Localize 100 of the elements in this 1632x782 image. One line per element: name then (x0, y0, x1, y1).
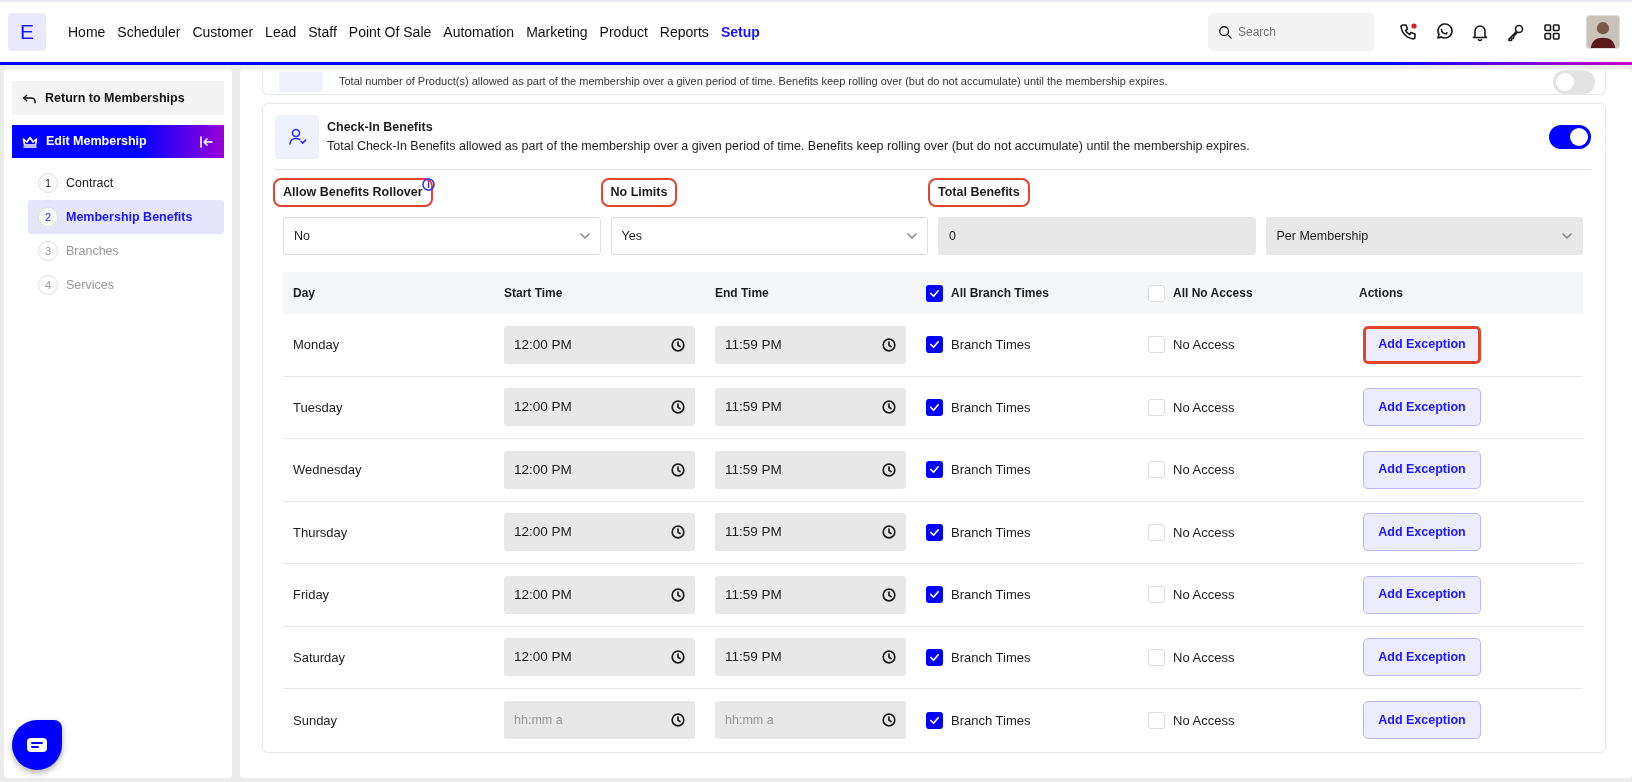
day-label: Saturday (293, 648, 347, 667)
logo[interactable]: E (8, 13, 46, 51)
bell-icon (1470, 22, 1490, 42)
time-field[interactable]: 11:59 PM (715, 575, 906, 614)
checkbox[interactable] (926, 336, 943, 354)
time-field[interactable]: 12:00 PM (504, 388, 695, 427)
chevron-down-icon (579, 233, 590, 239)
checkbox[interactable] (1148, 711, 1165, 729)
checkbox[interactable] (1148, 586, 1165, 604)
checkbox[interactable] (926, 461, 943, 479)
add-exception-button[interactable]: Add Exception (1363, 450, 1481, 489)
clock-icon (882, 525, 896, 540)
toggle-switch[interactable] (1553, 69, 1595, 94)
chevron-down-icon (1562, 233, 1572, 239)
crown-icon (22, 134, 38, 149)
checkbox-label: No Access (1173, 586, 1235, 604)
clock-icon (882, 650, 896, 665)
check-icon (929, 401, 940, 413)
time-field[interactable]: 11:59 PM (715, 325, 906, 364)
time-field[interactable]: 12:00 PM (504, 638, 695, 677)
nav-link[interactable]: Point Of Sale (342, 21, 438, 43)
time-field[interactable]: 12:00 PM (504, 575, 695, 614)
clock-icon (671, 650, 685, 665)
user-check-icon (286, 126, 308, 147)
column-header: Start Time (504, 285, 563, 302)
time-field[interactable]: 11:59 PM (715, 450, 906, 489)
step-number: 1 (38, 173, 58, 193)
add-exception-button[interactable]: Add Exception (1363, 388, 1481, 427)
column-header: Day (293, 285, 315, 302)
grid-icon (1542, 22, 1562, 42)
nav-link[interactable]: Staff (302, 21, 343, 43)
checkbox[interactable] (926, 586, 943, 604)
checkbox[interactable] (926, 523, 943, 541)
checkbox[interactable] (926, 398, 943, 416)
key-icon (1506, 22, 1526, 42)
time-field[interactable]: 12:00 PM (504, 450, 695, 489)
clock-icon (671, 713, 685, 728)
checkbox-label: Branch Times (951, 648, 1031, 667)
checkbox-label: No Access (1173, 648, 1235, 667)
time-field[interactable]: 12:00 PM (504, 513, 695, 552)
checkbox-label: No Access (1173, 336, 1235, 354)
step-item[interactable]: 2 Membership Benefits (28, 200, 224, 234)
toggle-switch[interactable] (1549, 124, 1591, 149)
clock-icon (882, 337, 896, 352)
nav-link[interactable]: Automation (437, 21, 521, 43)
clock-icon (671, 337, 685, 352)
day-label: Sunday (293, 711, 339, 730)
back-button[interactable]: Return to Memberships (12, 81, 224, 115)
dropdown[interactable]: No (283, 217, 601, 255)
step-number: 2 (38, 207, 58, 227)
card-description: Total Check-In Benefits allowed as part of the membership over a given period of time. Benefits keep rolling over (but do not accumulate) until the membership expires. (327, 137, 1251, 155)
checkbox[interactable] (926, 648, 943, 666)
dropdown[interactable]: Yes (610, 217, 928, 255)
step-number: 3 (38, 241, 58, 261)
checkbox[interactable] (1148, 461, 1165, 479)
day-label: Tuesday (293, 398, 344, 417)
checkbox[interactable] (1148, 398, 1165, 416)
checkbox[interactable] (1148, 648, 1165, 666)
add-exception-button[interactable]: Add Exception (1363, 575, 1481, 614)
nav-link[interactable]: Scheduler (111, 21, 187, 43)
nav-link[interactable]: Product (593, 21, 654, 43)
checkbox-label: Branch Times (951, 398, 1031, 417)
clock-icon (882, 713, 896, 728)
section-title: Edit Membership (46, 133, 148, 151)
checkbox-label: No Access (1173, 398, 1235, 417)
checkbox[interactable] (926, 284, 943, 302)
nav-link[interactable]: Reports (653, 21, 715, 43)
time-field[interactable]: 12:00 PM (504, 325, 695, 364)
nav-link[interactable]: Setup (714, 21, 766, 43)
add-exception-button[interactable]: Add Exception (1363, 513, 1481, 552)
checkbox-label: No Access (1173, 461, 1235, 479)
avatar[interactable] (1586, 15, 1620, 49)
add-exception-button[interactable]: Add Exception (1363, 701, 1481, 740)
nav-link[interactable]: Home (62, 21, 112, 43)
nav-link[interactable]: Marketing (520, 21, 594, 43)
checkbox-label: No Access (1173, 711, 1235, 730)
time-field[interactable]: 11:59 PM (715, 638, 906, 677)
nav-link[interactable]: Lead (259, 21, 303, 43)
checkbox[interactable] (926, 711, 943, 729)
checkbox-label: No Access (1173, 523, 1235, 542)
checkbox[interactable] (1148, 523, 1165, 541)
day-label: Monday (293, 336, 341, 354)
message-icon (26, 737, 48, 753)
clock-icon (671, 462, 685, 477)
add-exception-button[interactable]: Add Exception (1363, 638, 1481, 677)
checkbox[interactable] (1148, 336, 1165, 354)
add-exception-button[interactable]: Add Exception (1363, 325, 1481, 364)
step-item[interactable]: 1 Contract (28, 166, 224, 200)
checkbox[interactable] (1148, 284, 1165, 302)
time-field[interactable]: 11:59 PM (715, 513, 906, 552)
nav-link[interactable]: Customer (186, 21, 260, 43)
clock-icon (671, 400, 685, 415)
chat-bubble-icon (1434, 22, 1454, 42)
day-label: Friday (293, 586, 331, 604)
checkbox-label: Branch Times (951, 711, 1031, 730)
day-label: Thursday (293, 523, 349, 542)
clock-icon (671, 587, 685, 602)
time-field[interactable]: 11:59 PM (715, 388, 906, 427)
card-title: Check-In Benefits (327, 118, 434, 136)
search-field[interactable]: Search (1208, 13, 1374, 51)
